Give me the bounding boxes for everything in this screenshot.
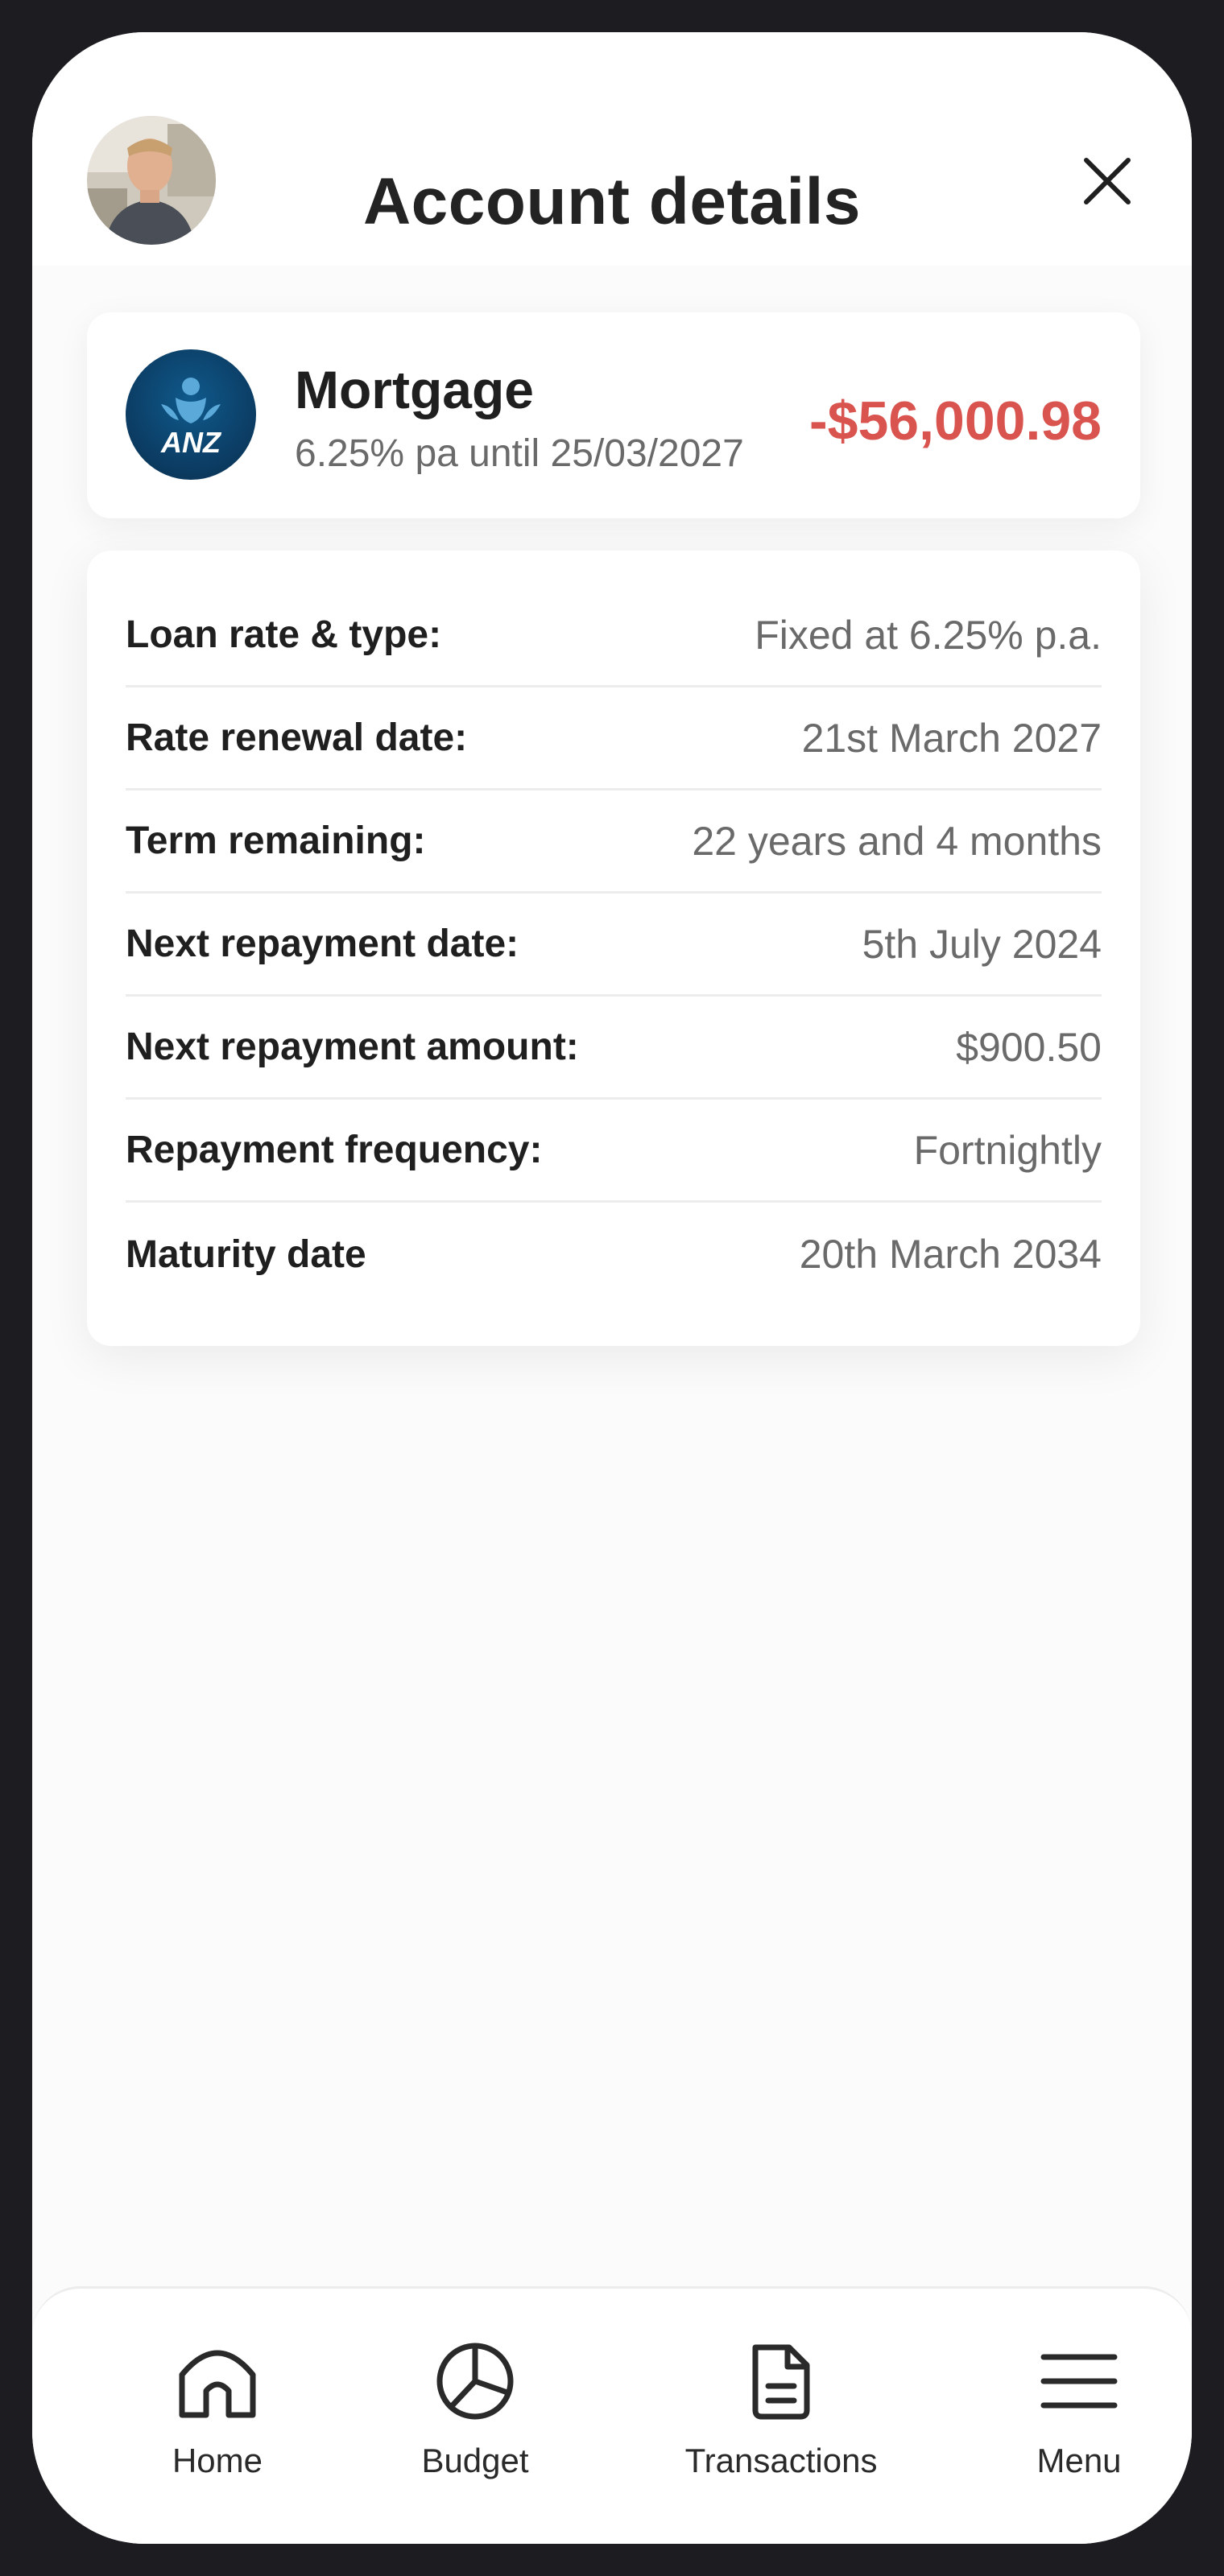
detail-value: 21st March 2027	[801, 715, 1102, 761]
detail-label: Repayment frequency:	[126, 1129, 543, 1171]
detail-row-maturity-date: Maturity date 20th March 2034	[126, 1203, 1102, 1306]
detail-label: Loan rate & type:	[126, 613, 442, 656]
close-icon	[1084, 158, 1131, 204]
detail-value: Fixed at 6.25% p.a.	[755, 612, 1102, 658]
bank-logo-text: ANZ	[160, 426, 222, 459]
detail-label: Term remaining:	[126, 819, 426, 862]
bottom-navigation: Home Budget Transactions Menu	[32, 2286, 1192, 2544]
pie-chart-icon	[431, 2337, 519, 2425]
detail-row-next-repayment-date: Next repayment date: 5th July 2024	[126, 894, 1102, 997]
account-name: Mortgage	[295, 360, 534, 419]
detail-label: Maturity date	[126, 1232, 366, 1276]
account-summary-card: ANZ Mortgage 6.25% pa until 25/03/2027 -…	[87, 312, 1140, 518]
app-screen: Account details ANZ Mortgage 6.25% pa un…	[32, 32, 1192, 2544]
anz-bank-logo: ANZ	[126, 349, 256, 480]
detail-value: 5th July 2024	[862, 921, 1102, 967]
detail-value: $900.50	[956, 1024, 1102, 1070]
nav-label-menu: Menu	[1036, 2442, 1122, 2479]
detail-value: 22 years and 4 months	[692, 818, 1102, 864]
nav-label-budget: Budget	[421, 2442, 529, 2479]
hamburger-menu-icon	[1035, 2337, 1123, 2425]
detail-value: Fortnightly	[913, 1127, 1102, 1173]
account-details-card: Loan rate & type: Fixed at 6.25% p.a. Ra…	[87, 551, 1140, 1346]
document-icon	[737, 2337, 825, 2425]
nav-item-budget[interactable]: Budget	[354, 2337, 596, 2498]
bank-logo-icon: ANZ	[160, 378, 222, 459]
home-icon	[173, 2337, 262, 2425]
page-title: Account details	[362, 165, 862, 238]
detail-row-rate-renewal: Rate renewal date: 21st March 2027	[126, 687, 1102, 791]
close-button[interactable]	[1071, 145, 1143, 217]
nav-item-transactions[interactable]: Transactions	[660, 2337, 902, 2498]
detail-row-term-remaining: Term remaining: 22 years and 4 months	[126, 791, 1102, 894]
account-balance: -$56,000.98	[809, 390, 1102, 452]
detail-row-next-repayment-amount: Next repayment amount: $900.50	[126, 997, 1102, 1100]
account-rate-subtitle: 6.25% pa until 25/03/2027	[295, 432, 744, 475]
detail-label: Next repayment amount:	[126, 1026, 579, 1068]
phone-frame: Account details ANZ Mortgage 6.25% pa un…	[0, 0, 1224, 2576]
detail-value: 20th March 2034	[799, 1232, 1102, 1277]
nav-item-menu[interactable]: Menu	[958, 2337, 1192, 2498]
header: Account details	[32, 32, 1192, 266]
nav-item-home[interactable]: Home	[97, 2337, 338, 2498]
detail-row-repayment-frequency: Repayment frequency: Fortnightly	[126, 1100, 1102, 1203]
detail-label: Next repayment date:	[126, 923, 519, 965]
detail-label: Rate renewal date:	[126, 716, 468, 759]
detail-row-loan-rate: Loan rate & type: Fixed at 6.25% p.a.	[126, 584, 1102, 687]
nav-label-home: Home	[172, 2442, 263, 2479]
nav-label-transactions: Transactions	[684, 2442, 878, 2479]
